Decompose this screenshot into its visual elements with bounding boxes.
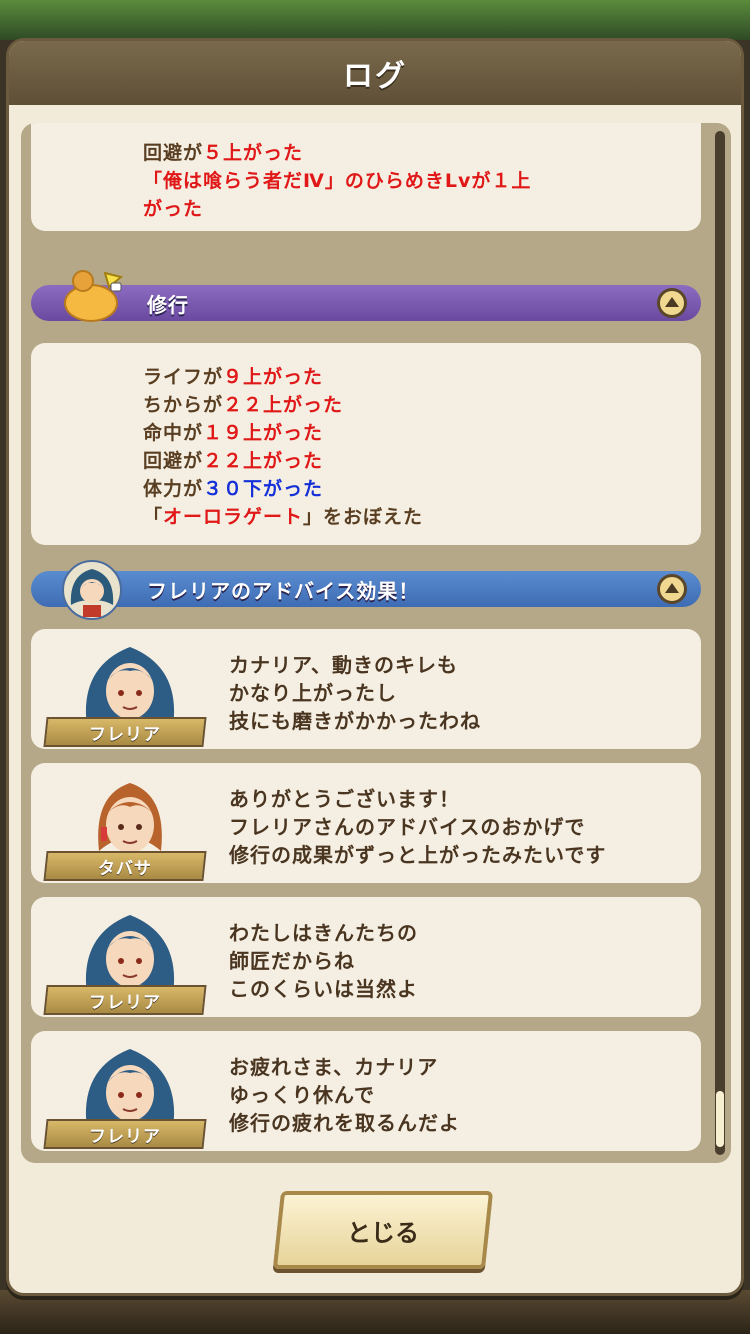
advice-section-header[interactable]: フレリアのアドバイス効果！ — [31, 560, 701, 620]
message-text: カナリア、動きのキレも かなり上がったし 技にも磨きがかかったわね — [229, 653, 481, 733]
scrollbar-thumb[interactable] — [716, 1091, 724, 1147]
speaker-name-plate: フレリア — [43, 985, 207, 1015]
stat-line: 命中が１９上がった — [143, 422, 324, 444]
scrollbar[interactable] — [715, 131, 725, 1155]
background-top — [0, 0, 750, 40]
close-button[interactable]: とじる — [272, 1191, 494, 1269]
stat-line: ちからが２２上がった — [143, 394, 344, 416]
log-dialog: ログ 回避が５上がった 「俺は喰らう者だⅣ」のひらめきLvが１上 がった 修行 … — [6, 38, 744, 1296]
advice-message: フレリア カナリア、動きのキレも かなり上がったし 技にも磨きがかかったわね — [31, 629, 701, 749]
log-scroll-area[interactable]: 回避が５上がった 「俺は喰らう者だⅣ」のひらめきLvが１上 がった 修行 ライフ… — [21, 123, 711, 1163]
message-text: お疲れさま、カナリア ゆっくり休んで 修行の疲れを取るんだよ — [229, 1055, 460, 1135]
chevron-up-icon — [665, 297, 679, 307]
training-section-header[interactable]: 修行 — [31, 270, 701, 322]
stat-line: 体力が３０下がった — [143, 478, 324, 500]
log-frame[interactable]: 回避が５上がった 「俺は喰らう者だⅣ」のひらめきLvが１上 がった 修行 ライフ… — [21, 123, 731, 1163]
training-label: 修行 — [147, 292, 189, 317]
message-text: わたしはきんたちの 師匠だからね このくらいは当然よ — [229, 921, 418, 1001]
training-result-card: ライフが９上がった ちからが２２上がった 命中が１９上がった 回避が２２上がった… — [31, 343, 701, 545]
dialog-title: ログ — [343, 59, 407, 94]
stat-line: 回避が２２上がった — [143, 450, 324, 472]
chevron-up-icon — [665, 583, 679, 593]
stat-line: 「オーロラゲート」をおぼえた — [143, 506, 424, 528]
training-bird-icon — [64, 270, 124, 322]
stat-line: がった — [143, 198, 204, 220]
previous-result-card: 回避が５上がった 「俺は喰らう者だⅣ」のひらめきLvが１上 がった — [31, 123, 701, 231]
background-bottom — [0, 1290, 750, 1334]
speaker-name-plate: フレリア — [43, 717, 207, 747]
advice-message: フレリア お疲れさま、カナリア ゆっくり休んで 修行の疲れを取るんだよ — [31, 1031, 701, 1151]
speaker-name-plate: タバサ — [43, 851, 207, 881]
stat-line: 「俺は喰らう者だⅣ」のひらめきLvが１上 — [143, 170, 532, 192]
advice-label: フレリアのアドバイス効果！ — [147, 578, 420, 603]
fureria-avatar-icon — [62, 560, 122, 620]
dialog-header: ログ — [9, 41, 741, 105]
stat-line: ライフが９上がった — [143, 366, 324, 388]
speaker-name-plate: フレリア — [43, 1119, 207, 1149]
advice-collapse-button[interactable] — [657, 574, 687, 604]
advice-message: フレリア わたしはきんたちの 師匠だからね このくらいは当然よ — [31, 897, 701, 1017]
advice-message: タバサ ありがとうございます！ フレリアさんのアドバイスのおかげで 修行の成果が… — [31, 763, 701, 883]
stat-line: 回避が５上がった — [143, 142, 304, 164]
message-text: ありがとうございます！ フレリアさんのアドバイスのおかげで 修行の成果がずっと上… — [229, 787, 607, 867]
training-collapse-button[interactable] — [657, 288, 687, 318]
